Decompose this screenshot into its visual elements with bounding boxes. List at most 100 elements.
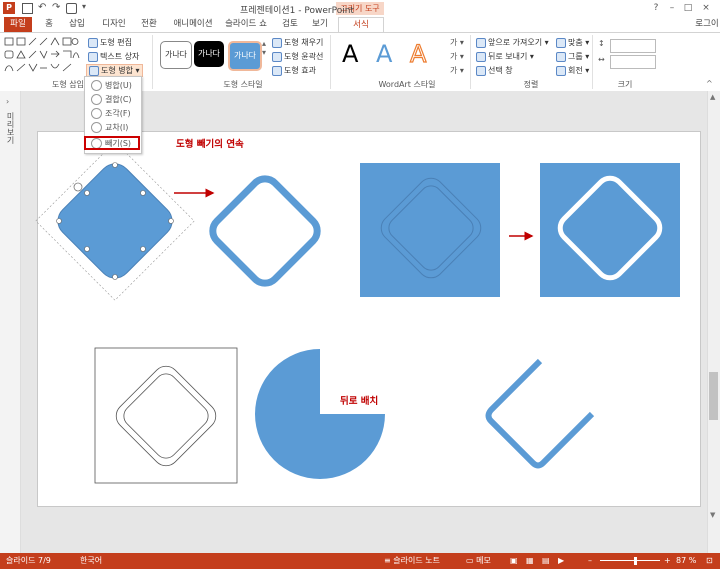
rotate-icon: [556, 65, 566, 76]
width-icon: ↔: [598, 55, 605, 64]
reading-view-icon[interactable]: ▤: [542, 553, 550, 569]
language-indicator[interactable]: 한국어: [80, 553, 102, 569]
group-label-arrange: 정렬: [523, 80, 539, 89]
zoom-in-icon[interactable]: +: [664, 553, 671, 569]
shape-fill-button[interactable]: 도형 채우기: [272, 37, 323, 48]
edit-shape-button[interactable]: 도형 편집: [88, 37, 132, 48]
redo-icon[interactable]: ↷: [52, 2, 60, 13]
slideshow-view-icon[interactable]: ▶: [558, 553, 564, 569]
gallery-scroll-icon[interactable]: ▴ ▾: [262, 39, 266, 57]
notes-icon: ≡: [384, 556, 394, 565]
group-button[interactable]: 그룹 ▾: [556, 51, 589, 62]
window-title: 프레젠테이션1 - PowerPoint: [240, 6, 354, 16]
tab-design[interactable]: 디자인: [98, 17, 130, 32]
pen-icon: [272, 51, 282, 62]
collapse-ribbon-icon[interactable]: ^: [706, 79, 713, 88]
send-backward-button[interactable]: 뒤로 보내기 ▾: [476, 51, 534, 62]
close-button[interactable]: ×: [700, 2, 712, 14]
tab-format[interactable]: 서식: [338, 17, 384, 33]
align-button[interactable]: 맞춤 ▾: [556, 37, 589, 48]
slide-thumbnail-pane: ›: [0, 91, 21, 553]
zoom-slider-knob[interactable]: [633, 557, 637, 565]
wordart-style-black[interactable]: A: [342, 39, 358, 69]
tab-animations[interactable]: 애니메이션: [170, 17, 216, 32]
thumbnail-pane-label: 미리보기: [6, 112, 15, 144]
paint-bucket-icon: [272, 37, 282, 48]
group-label-insert-shapes: 도형 삽입: [52, 80, 84, 89]
align-icon: [556, 37, 566, 48]
expand-pane-icon[interactable]: ›: [6, 97, 9, 106]
bring-forward-button[interactable]: 앞으로 가져오기 ▾: [476, 37, 549, 48]
shape-gallery[interactable]: [3, 36, 81, 76]
selection-pane-button[interactable]: 선택 창: [476, 65, 513, 76]
shape-style-preset-white[interactable]: 가나다: [160, 41, 192, 69]
group-separator: [152, 35, 153, 89]
height-icon: ↕: [598, 39, 605, 48]
group-label-shape-styles: 도형 스타일: [223, 80, 263, 89]
tab-insert[interactable]: 삽입: [64, 17, 90, 32]
scroll-up-icon[interactable]: ▲: [710, 93, 715, 101]
edit-shape-icon: [88, 37, 98, 48]
text-box-icon: [88, 51, 98, 62]
fragment-icon: [91, 108, 102, 119]
menu-item-combine[interactable]: 결합(C): [87, 93, 139, 106]
maximize-button[interactable]: □: [682, 2, 694, 14]
shape-width-input[interactable]: [610, 55, 656, 69]
bring-forward-icon: [476, 37, 486, 48]
shape-height-input[interactable]: [610, 39, 656, 53]
app-logo-icon: P: [3, 2, 15, 14]
wordart-style-orange-outline[interactable]: A: [409, 39, 427, 69]
menu-item-fragment[interactable]: 조각(F): [87, 107, 139, 120]
group-separator: [470, 35, 471, 89]
text-fill-icon[interactable]: 가 ▾: [450, 37, 464, 48]
menu-item-intersect[interactable]: 교차(I): [87, 121, 139, 134]
scrollbar-thumb[interactable]: [709, 372, 718, 420]
help-button[interactable]: ?: [650, 2, 662, 14]
group-separator: [592, 35, 593, 89]
zoom-level[interactable]: 87 %: [676, 553, 696, 569]
undo-icon[interactable]: ↶: [38, 2, 46, 13]
combine-icon: [91, 94, 102, 105]
comments-button[interactable]: ▭ 메모: [466, 553, 491, 569]
slide-sorter-icon[interactable]: ▦: [526, 553, 534, 569]
menu-item-union[interactable]: 병합(U): [87, 79, 139, 92]
notes-button[interactable]: ≡ 슬라이드 노트: [384, 553, 440, 569]
normal-view-icon[interactable]: ▣: [510, 553, 518, 569]
tab-home[interactable]: 홈: [40, 17, 58, 32]
tab-review[interactable]: 검토: [278, 17, 302, 32]
tab-transitions[interactable]: 전환: [136, 17, 162, 32]
customize-toolbar-icon[interactable]: ▾: [82, 2, 86, 11]
rotate-button[interactable]: 회전 ▾: [556, 65, 589, 76]
slide-canvas[interactable]: [37, 131, 701, 507]
zoom-out-icon[interactable]: –: [588, 553, 592, 569]
scroll-down-icon[interactable]: ▼: [710, 511, 715, 519]
zoom-slider[interactable]: [600, 560, 660, 561]
fit-slide-icon[interactable]: ⊡: [706, 553, 713, 569]
shape-style-preset-blue[interactable]: 가나다: [228, 41, 262, 71]
minimize-button[interactable]: –: [666, 2, 678, 14]
save-icon[interactable]: [22, 3, 33, 14]
tab-slideshow[interactable]: 슬라이드 쇼: [222, 17, 270, 32]
shape-effects-button[interactable]: 도형 효과: [272, 65, 316, 76]
shape-outline-button[interactable]: 도형 윤곽선: [272, 51, 323, 62]
group-label-size: 크기: [617, 80, 633, 89]
vertical-scrollbar[interactable]: ▲ ▼: [707, 91, 720, 553]
title-bar: P ↶ ↷ ▾ 그리기 도구 프레젠테이션1 - PowerPoint ? – …: [0, 0, 720, 17]
tab-view[interactable]: 보기: [308, 17, 332, 32]
text-box-button[interactable]: 텍스트 상자: [88, 51, 139, 62]
text-outline-icon[interactable]: 가 ▾: [450, 51, 464, 62]
sign-in-link[interactable]: 로그이: [694, 17, 720, 32]
text-effects-icon[interactable]: 가 ▾: [450, 65, 464, 76]
start-slideshow-icon[interactable]: [66, 3, 77, 14]
group-label-wordart: WordArt 스타일: [378, 80, 436, 89]
comments-icon: ▭: [466, 556, 477, 565]
merge-shapes-icon: [89, 65, 99, 76]
group-separator: [330, 35, 331, 89]
shape-style-preset-black[interactable]: 가나다: [194, 41, 224, 67]
annotation-subtract-sequence: 도형 빼기의 연속: [176, 139, 244, 150]
tab-file[interactable]: 파일: [4, 17, 32, 32]
effects-icon: [272, 65, 282, 76]
wordart-style-blue[interactable]: A: [376, 39, 392, 69]
subtract-highlight-box: [84, 136, 140, 150]
annotation-send-back: 뒤로 배치: [340, 396, 379, 407]
